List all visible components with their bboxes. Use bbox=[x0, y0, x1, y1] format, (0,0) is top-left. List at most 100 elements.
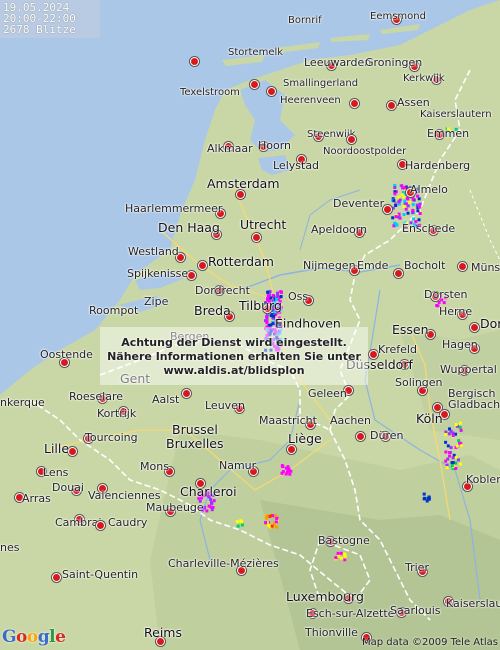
lightning-strike bbox=[425, 499, 429, 503]
city-hardenberg: Hardenberg bbox=[405, 159, 471, 172]
city-arras: Arras bbox=[22, 492, 51, 505]
city-lelystad: Lelystad bbox=[273, 159, 320, 172]
lightning-strike bbox=[398, 198, 402, 202]
lightning-strike bbox=[446, 444, 450, 448]
google-logo[interactable]: Google bbox=[2, 627, 66, 647]
lightning-strike bbox=[455, 444, 459, 448]
city-dot bbox=[182, 389, 191, 398]
city-enschede: Enschede bbox=[402, 222, 456, 235]
city-nijmegen: Nijmegen bbox=[303, 259, 356, 272]
city-dot bbox=[68, 447, 77, 456]
city-dot bbox=[287, 445, 296, 454]
city-kerkwijk: Kerkwijk bbox=[403, 73, 445, 84]
city-deventer: Deventer bbox=[333, 197, 385, 210]
lightning-strike bbox=[271, 294, 275, 297]
city-thionville: Thionville bbox=[305, 626, 358, 639]
city-dorsten: Dorsten bbox=[424, 288, 468, 301]
lightning-strike bbox=[402, 213, 406, 216]
lightning-strike bbox=[342, 552, 346, 556]
lightning-strike bbox=[394, 204, 398, 207]
lightning-strike bbox=[281, 470, 285, 474]
lightning-strike bbox=[212, 499, 216, 503]
lightning-strike bbox=[210, 501, 214, 505]
lightning-strike bbox=[274, 514, 278, 518]
lightning-map[interactable]: 19.05.2024 20:00-22:00 2678 Blitze Bornr… bbox=[0, 0, 500, 650]
lightning-strike bbox=[268, 515, 272, 518]
city-alkmaar: Alkmaar bbox=[207, 142, 253, 155]
island bbox=[330, 34, 370, 42]
lightning-strike bbox=[264, 521, 268, 524]
lightning-strike bbox=[446, 457, 450, 461]
lightning-strike bbox=[407, 200, 411, 204]
city-wuppertal: Wuppertal bbox=[440, 363, 497, 376]
lightning-strike bbox=[417, 197, 421, 201]
lightning-strike bbox=[416, 209, 420, 213]
city-namur: Namur bbox=[219, 459, 257, 472]
lightning-strike bbox=[458, 425, 462, 429]
city-spijkenisse: Spijkenisse bbox=[127, 267, 189, 280]
city-roeselare: Roeselare bbox=[69, 390, 123, 403]
lightning-strike bbox=[339, 556, 343, 560]
city-luxembourg: Luxembourg bbox=[286, 589, 364, 604]
city-almelo: Almelo bbox=[410, 183, 448, 196]
lightning-strike bbox=[391, 206, 395, 210]
city-breda: Breda bbox=[194, 303, 231, 318]
lightning-strike bbox=[451, 456, 455, 460]
city-tilburg: Tilburg bbox=[239, 298, 282, 313]
city-kaiserslautern: Kaiserslautern bbox=[446, 597, 500, 610]
lightning-strike bbox=[448, 427, 451, 431]
lightning-strike bbox=[406, 211, 410, 215]
notice-line-3: www.aldis.at/blidsplon bbox=[163, 364, 305, 377]
city-dot bbox=[96, 521, 105, 530]
lightning-strike bbox=[456, 458, 460, 462]
lightning-strike bbox=[210, 508, 214, 512]
lightning-strike bbox=[418, 202, 422, 206]
city-den-haag: Den Haag bbox=[158, 220, 220, 235]
city-reims: Reims bbox=[144, 625, 182, 640]
lightning-strike bbox=[239, 520, 243, 524]
city-dunkerque: nkerque bbox=[0, 396, 45, 409]
city-oostende: Oostende bbox=[40, 348, 93, 361]
city-esch-sur-alzette: Esch-sur-Alzette bbox=[306, 607, 395, 620]
city-geleen: Geleen bbox=[308, 387, 347, 400]
city-krefeld: Krefeld bbox=[378, 343, 417, 356]
lightning-strike bbox=[451, 431, 455, 435]
lightning-strike bbox=[266, 294, 270, 298]
city-kortrijk: Kortrijk bbox=[97, 407, 137, 420]
city-nes: nes bbox=[0, 541, 20, 554]
city-dot bbox=[250, 80, 259, 89]
city-bocholt: Bocholt bbox=[404, 259, 446, 272]
city-charleroi: Charleroi bbox=[180, 484, 237, 499]
lightning-strike bbox=[289, 469, 293, 473]
lightning-strike bbox=[411, 208, 415, 212]
lightning-strike bbox=[412, 217, 415, 221]
city-dot bbox=[347, 135, 356, 144]
city-brussel: Brussel bbox=[172, 422, 218, 437]
city-solingen: Solingen bbox=[395, 376, 443, 389]
strike-count-label: 2678 Blitze bbox=[3, 23, 76, 36]
lightning-strike bbox=[444, 440, 448, 444]
lightning-strike bbox=[395, 223, 399, 227]
city-apeldoorn: Apeldoorn bbox=[311, 223, 368, 236]
lightning-strike bbox=[448, 451, 452, 454]
city-dot bbox=[350, 99, 359, 108]
city-hoorn: Hoorn bbox=[258, 139, 292, 152]
lightning-strike bbox=[411, 203, 415, 207]
lightning-strike bbox=[265, 315, 269, 319]
lightning-strike bbox=[402, 204, 406, 208]
city-dot bbox=[236, 190, 245, 199]
lightning-strike bbox=[284, 472, 288, 476]
lightning-strike bbox=[444, 450, 448, 454]
lightning-strike bbox=[397, 215, 401, 219]
lightning-strike bbox=[445, 466, 449, 470]
lightning-strike bbox=[266, 290, 270, 294]
city-dot bbox=[252, 233, 261, 242]
city-douai: Douai bbox=[52, 481, 84, 494]
city-aalst: Aalst bbox=[152, 393, 180, 406]
city-oss: Oss bbox=[288, 290, 309, 303]
lightning-strike bbox=[288, 472, 292, 476]
strike-info-box: 19.05.2024 20:00-22:00 2678 Blitze bbox=[0, 0, 100, 38]
lightning-strike bbox=[265, 319, 269, 323]
city-bruxelles: Bruxelles bbox=[166, 436, 224, 451]
city-essen: Essen bbox=[392, 322, 429, 337]
